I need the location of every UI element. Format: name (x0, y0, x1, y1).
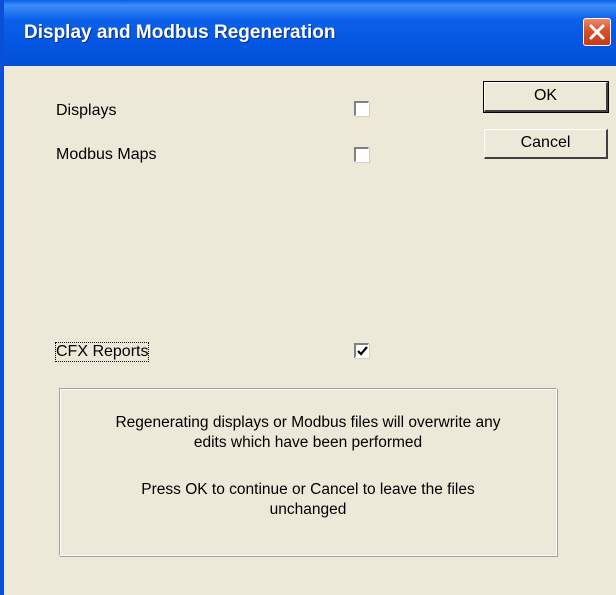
instruction-line-2: unchanged (269, 501, 347, 518)
warning-line-1: Regenerating displays or Modbus files wi… (115, 414, 501, 431)
close-button[interactable] (583, 18, 611, 46)
instruction-line-1: Press OK to continue or Cancel to leave … (141, 481, 475, 498)
title-bar[interactable]: Display and Modbus Regeneration (4, 0, 616, 66)
displays-checkbox[interactable] (354, 101, 369, 116)
checkmark-icon (357, 346, 368, 356)
modbus-maps-checkbox[interactable] (354, 147, 369, 162)
cfx-reports-label[interactable]: CFX Reports (54, 342, 150, 362)
close-icon (589, 24, 605, 40)
warning-message-group: Regenerating displays or Modbus files wi… (59, 388, 557, 556)
displays-label: Displays (56, 102, 117, 119)
warning-line-2: edits which have been performed (193, 434, 423, 451)
dialog-window: Display and Modbus Regeneration Displays… (0, 0, 616, 595)
dialog-body: Displays Modbus Maps OK Cancel CFX Repor… (8, 66, 616, 595)
ok-button[interactable]: OK (483, 81, 609, 113)
cfx-reports-checkbox[interactable] (354, 343, 369, 358)
window-title: Display and Modbus Regeneration (24, 22, 336, 43)
modbus-maps-label: Modbus Maps (56, 146, 157, 163)
cancel-button[interactable]: Cancel (484, 129, 608, 159)
